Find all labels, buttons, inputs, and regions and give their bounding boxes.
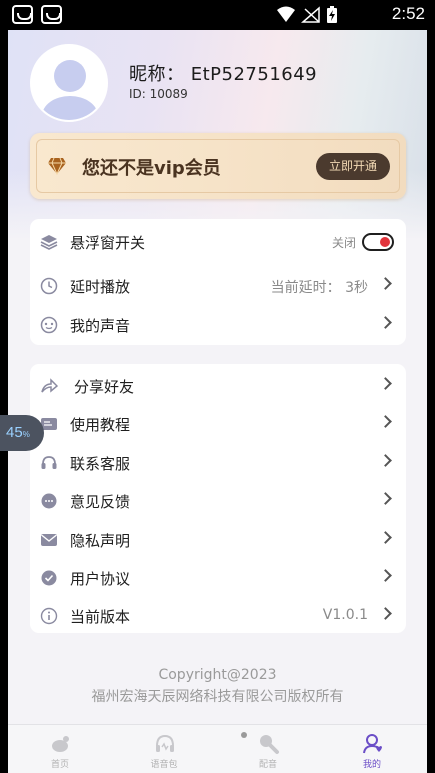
agreement-icon bbox=[41, 570, 57, 586]
chevron-right-icon bbox=[379, 277, 392, 290]
version-value: V1.0.1 bbox=[322, 607, 368, 623]
tab-voice-pack[interactable]: 语音包 bbox=[112, 725, 216, 773]
activate-vip-button[interactable]: 立即开通 bbox=[316, 153, 390, 180]
feedback-icon bbox=[41, 493, 57, 509]
menu-item-customer-service[interactable]: 联系客服 bbox=[30, 445, 406, 481]
menu-item-label: 联系客服 bbox=[70, 455, 131, 473]
wifi-icon bbox=[277, 6, 295, 22]
home-icon bbox=[52, 736, 69, 752]
chevron-right-icon bbox=[379, 415, 392, 428]
system-status-icons bbox=[277, 6, 337, 23]
delay-play-label: 延时播放 bbox=[70, 278, 131, 296]
voice-pack-icon bbox=[156, 734, 174, 752]
nickname: 昵称： EtP52751649 bbox=[129, 64, 318, 85]
info-icon bbox=[40, 607, 58, 625]
floating-widget-value: 45 bbox=[6, 424, 23, 441]
menu-item-share[interactable]: 分享好友 bbox=[30, 368, 406, 404]
menu-card: 分享好友 使用教程 联系客服 意见反馈 隐私声明 用户协议 当前版本 V1.0.… bbox=[30, 364, 406, 633]
tab-label: 首页 bbox=[50, 760, 69, 770]
floating-window-toggle[interactable] bbox=[362, 233, 394, 251]
menu-item-label: 隐私声明 bbox=[70, 532, 131, 550]
menu-item-label: 使用教程 bbox=[70, 416, 131, 434]
vip-status-text: 您还不是vip会员 bbox=[82, 158, 221, 179]
profile-icon bbox=[363, 734, 382, 754]
dubbing-icon bbox=[260, 735, 279, 754]
menu-item-agreement[interactable]: 用户协议 bbox=[30, 560, 406, 596]
profile-screen: 昵称： EtP52751649 ID: 10089 您还不是vip会员 立即开通… bbox=[8, 30, 427, 773]
my-voice-label: 我的声音 bbox=[70, 317, 131, 335]
privacy-icon bbox=[41, 534, 57, 546]
tab-label: 我的 bbox=[362, 760, 381, 770]
chevron-right-icon bbox=[379, 377, 392, 390]
app-notification-icon bbox=[41, 5, 62, 24]
app-notification-icon bbox=[12, 5, 33, 24]
menu-item-label: 当前版本 bbox=[70, 608, 131, 626]
battery-charging-icon bbox=[327, 6, 337, 23]
bottom-tab-bar: 首页 语音包 配音 我的 bbox=[8, 724, 427, 773]
floating-window-label: 悬浮窗开关 bbox=[70, 234, 146, 252]
clock-icon bbox=[40, 277, 58, 295]
menu-item-version[interactable]: 当前版本 V1.0.1 bbox=[30, 598, 406, 634]
avatar[interactable] bbox=[30, 44, 108, 122]
voice-icon bbox=[40, 316, 58, 334]
avatar-head-shape bbox=[54, 60, 86, 92]
menu-item-privacy[interactable]: 隐私声明 bbox=[30, 522, 406, 558]
menu-item-tutorial[interactable]: 使用教程 bbox=[30, 406, 406, 442]
chevron-right-icon bbox=[379, 316, 392, 329]
settings-card: 悬浮窗开关 关闭 延时播放 当前延时： 3秒 我的声音 bbox=[30, 219, 406, 345]
user-id: ID: 10089 bbox=[129, 87, 188, 101]
delay-play-row[interactable]: 延时播放 当前延时： 3秒 bbox=[30, 268, 406, 304]
layers-icon bbox=[40, 235, 58, 250]
floating-widget-unit: % bbox=[22, 430, 30, 439]
current-delay-value: 当前延时： 3秒 bbox=[270, 280, 368, 296]
no-signal-icon bbox=[301, 6, 320, 23]
floating-window-row[interactable]: 悬浮窗开关 关闭 bbox=[30, 224, 406, 260]
diamond-icon bbox=[48, 157, 66, 175]
chevron-right-icon bbox=[379, 531, 392, 544]
tab-label: 语音包 bbox=[150, 760, 178, 770]
menu-item-label: 意见反馈 bbox=[70, 493, 131, 511]
floating-window-widget[interactable]: 45% bbox=[0, 415, 44, 451]
customer-service-icon bbox=[41, 456, 57, 469]
tab-label: 配音 bbox=[258, 760, 277, 770]
tab-home[interactable]: 首页 bbox=[8, 725, 112, 773]
avatar-body-shape bbox=[42, 96, 98, 120]
share-icon bbox=[41, 378, 58, 393]
company-line: 福州宏海天辰网络科技有限公司版权所有 bbox=[91, 689, 344, 705]
menu-item-feedback[interactable]: 意见反馈 bbox=[30, 483, 406, 519]
toggle-state-label: 关闭 bbox=[331, 236, 356, 250]
menu-item-label: 用户协议 bbox=[70, 570, 131, 588]
chevron-right-icon bbox=[379, 454, 392, 467]
copyright-line: Copyright@2023 bbox=[158, 667, 277, 683]
clock: 2:52 bbox=[391, 4, 425, 23]
tab-profile[interactable]: 我的 bbox=[320, 725, 424, 773]
status-bar: 2:52 bbox=[0, 0, 435, 30]
chevron-right-icon bbox=[379, 492, 392, 505]
my-voice-row[interactable]: 我的声音 bbox=[30, 307, 406, 343]
menu-item-label: 分享好友 bbox=[74, 378, 135, 396]
chevron-right-icon bbox=[379, 569, 392, 582]
chevron-right-icon bbox=[379, 607, 392, 620]
tab-dubbing[interactable]: 配音 bbox=[216, 725, 320, 773]
vip-banner[interactable]: 您还不是vip会员 立即开通 bbox=[30, 133, 406, 199]
